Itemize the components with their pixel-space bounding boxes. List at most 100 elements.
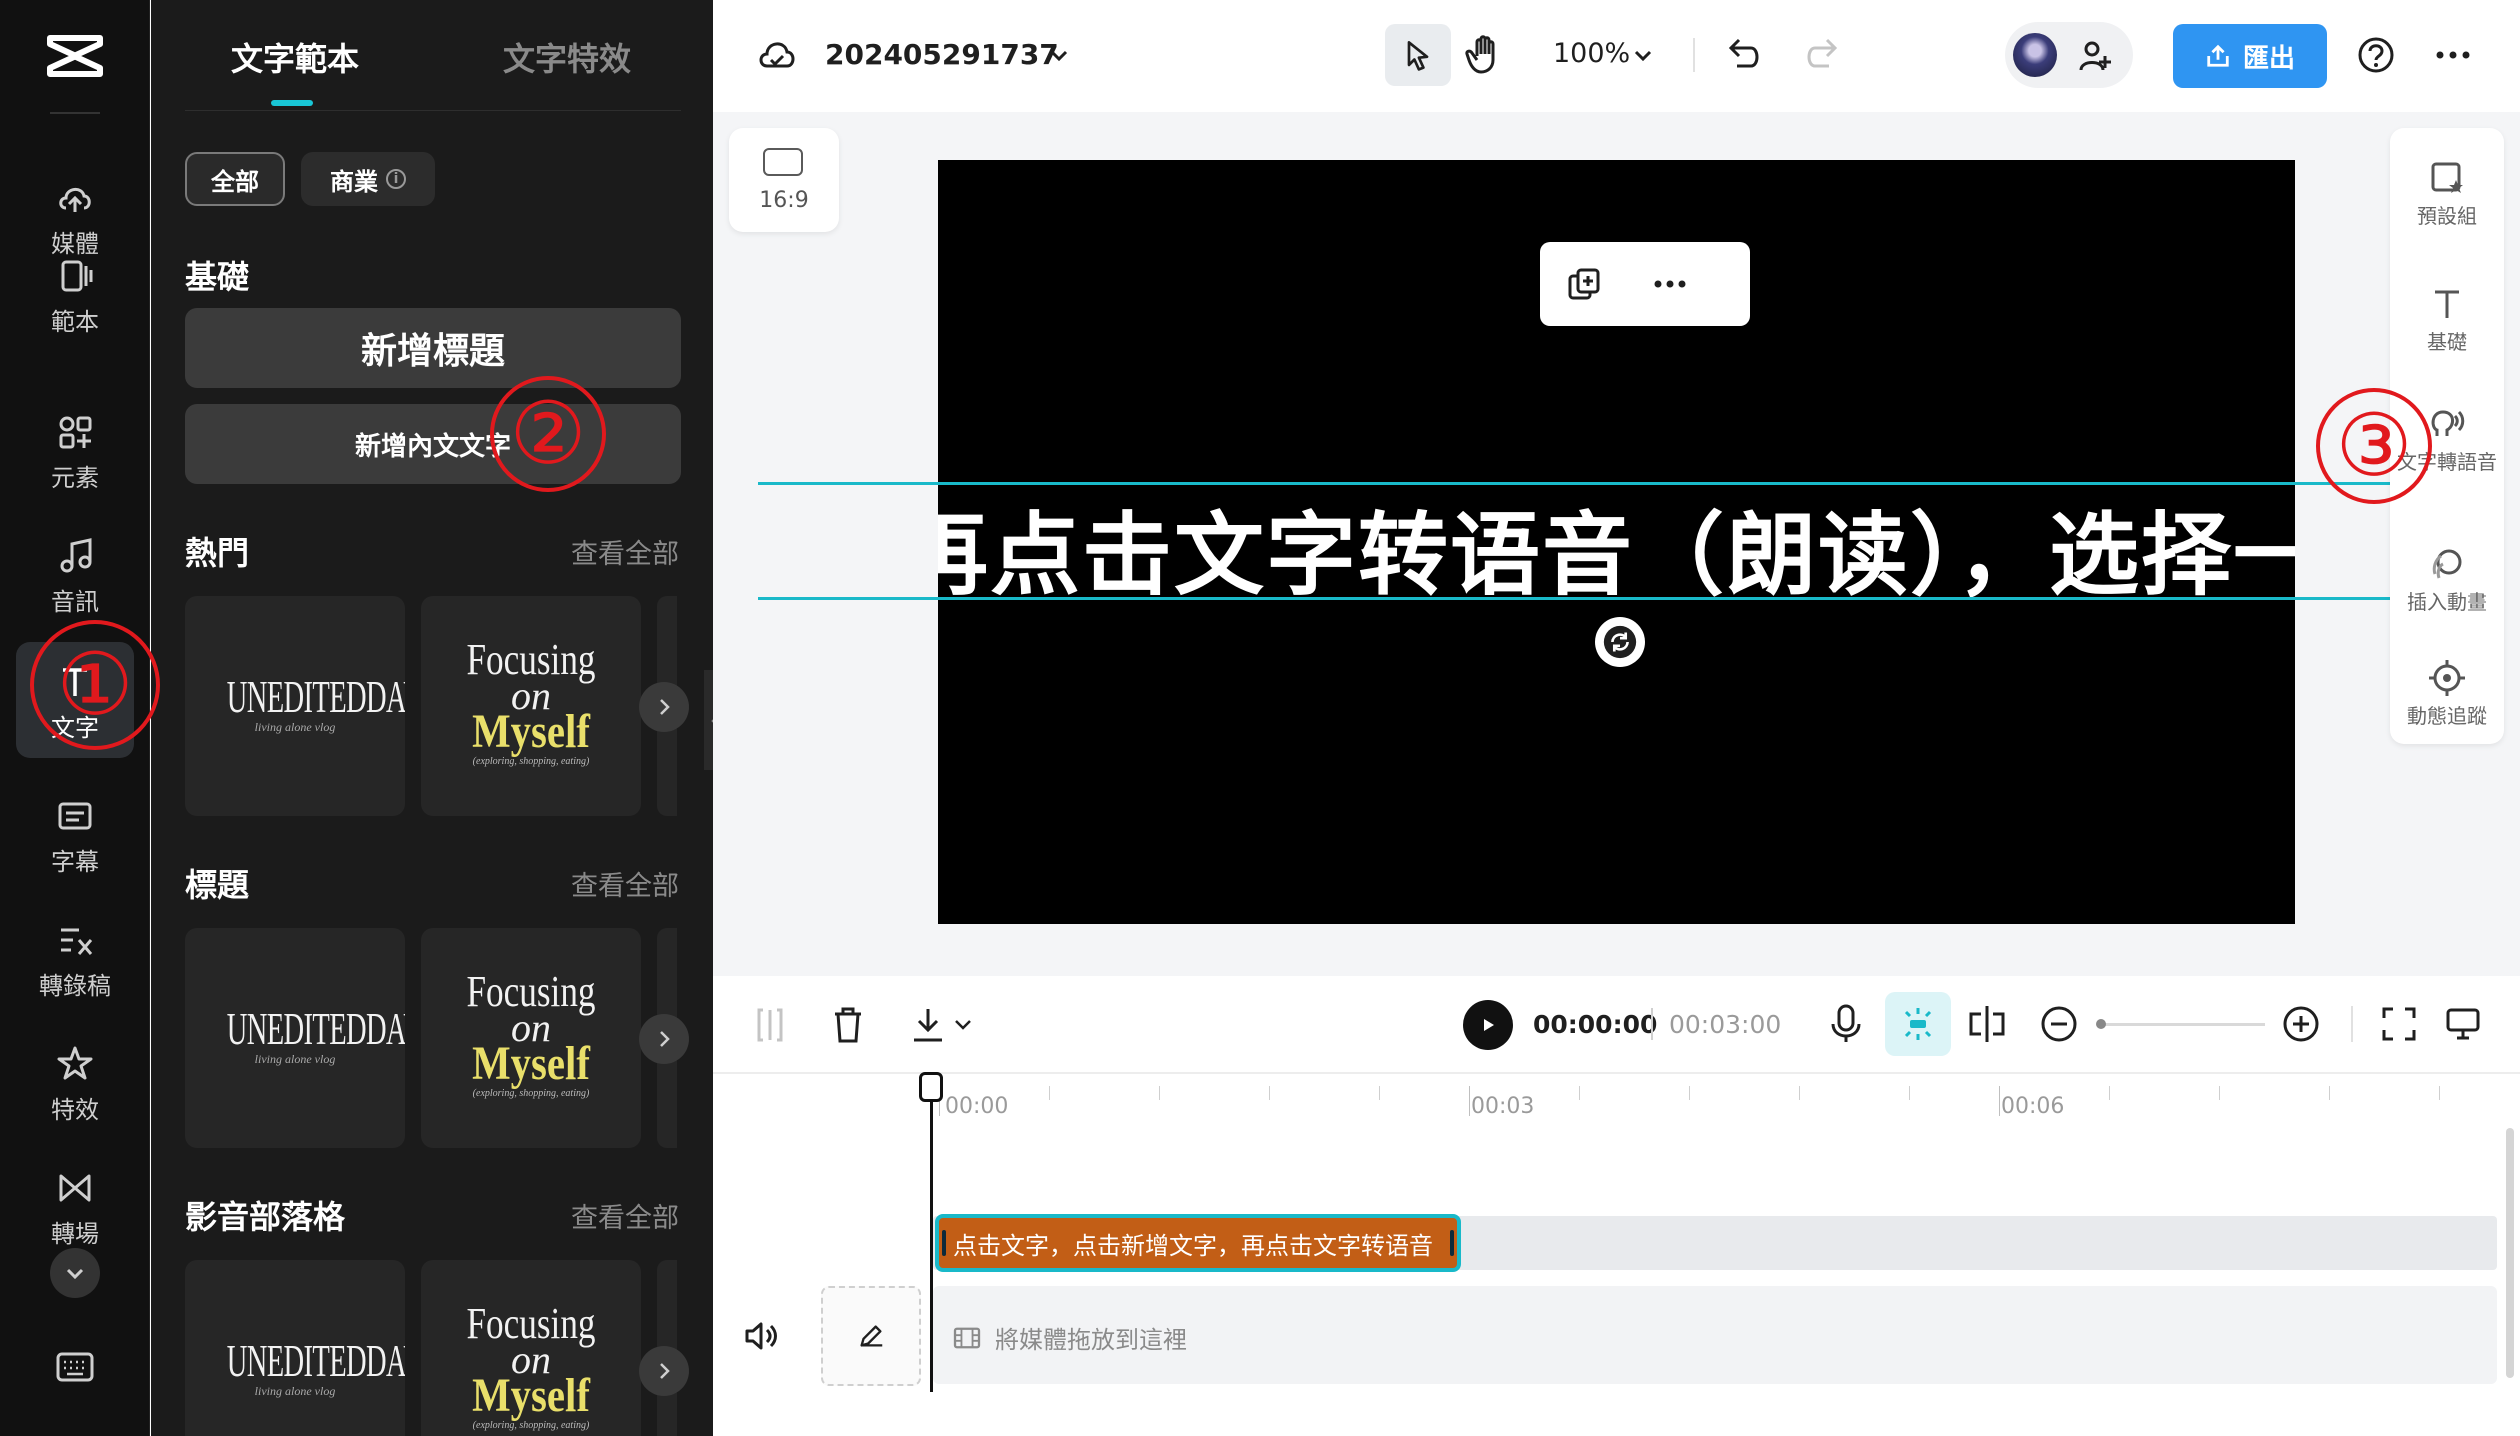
sidebar-item-subtitles[interactable]: 字幕 bbox=[16, 776, 134, 892]
current-time: 00:00:00 bbox=[1533, 1010, 1658, 1039]
filter-chip-all[interactable]: 全部 bbox=[185, 152, 285, 206]
sidebar-item-templates[interactable]: 範本 bbox=[16, 236, 134, 352]
timeline-zoom-knob[interactable] bbox=[2096, 1019, 2106, 1029]
volume-icon[interactable] bbox=[743, 1320, 779, 1352]
redo-icon[interactable] bbox=[1803, 36, 1843, 72]
delete-icon[interactable] bbox=[831, 1006, 865, 1044]
ruler-tick bbox=[1579, 1086, 1580, 1100]
scroll-next-button[interactable] bbox=[639, 1346, 689, 1396]
text-to-speech-icon bbox=[2431, 410, 2465, 436]
download-icon[interactable] bbox=[911, 1006, 945, 1044]
scroll-next-button[interactable] bbox=[639, 682, 689, 732]
panel-divider bbox=[185, 110, 681, 111]
text-clip[interactable]: 点击文字，点击新增文字，再点击文字转语音 bbox=[935, 1214, 1461, 1272]
add-title-button[interactable]: 新增標題 bbox=[185, 308, 681, 388]
add-body-text-button[interactable]: 新增內文文字 bbox=[185, 404, 681, 484]
chevron-down-icon[interactable] bbox=[1047, 44, 1071, 68]
see-all-link[interactable]: 查看全部 bbox=[571, 864, 679, 903]
more-options-icon[interactable] bbox=[1650, 274, 1690, 294]
auto-snap-button[interactable] bbox=[1885, 992, 1951, 1056]
cover-edit-button[interactable] bbox=[821, 1286, 921, 1386]
text-selection-bottom-edge bbox=[758, 597, 2418, 600]
template-title-text: UNEDITEDDAY bbox=[226, 671, 405, 722]
undo-icon[interactable] bbox=[1723, 36, 1763, 72]
media-drop-hint: 將媒體拖放到這裡 bbox=[953, 1320, 1187, 1355]
see-all-link[interactable]: 查看全部 bbox=[571, 532, 679, 571]
sidebar-item-audio[interactable]: 音訊 bbox=[16, 516, 134, 632]
zoom-out-icon[interactable] bbox=[2039, 1004, 2079, 1044]
right-tool-label: 插入動畫 bbox=[2407, 590, 2487, 614]
chevron-down-icon[interactable] bbox=[1631, 44, 1655, 68]
sidebar-item-label: 特效 bbox=[51, 1096, 99, 1124]
sidebar-item-effects[interactable]: 特效 bbox=[16, 1024, 134, 1140]
sidebar-item-transitions[interactable]: 轉場 bbox=[16, 1148, 134, 1264]
see-all-link[interactable]: 查看全部 bbox=[571, 1196, 679, 1235]
ruler-tick bbox=[2219, 1086, 2220, 1100]
timeline-zoom-slider[interactable] bbox=[2097, 1023, 2265, 1026]
info-icon[interactable]: i bbox=[386, 169, 406, 189]
right-tool-presets[interactable]: 預設組 bbox=[2390, 158, 2504, 228]
filter-chip-business[interactable]: 商業 i bbox=[301, 152, 435, 206]
tab-text-templates[interactable]: 文字範本 bbox=[231, 34, 359, 80]
hand-tool-icon[interactable] bbox=[1465, 34, 1505, 76]
capcut-logo-icon[interactable] bbox=[44, 30, 106, 82]
ruler-tick bbox=[2109, 1086, 2110, 1100]
template-card[interactable]: UNEDITEDDAY living alone vlog bbox=[185, 928, 405, 1148]
template-line: (exploring, shopping, eating) bbox=[472, 1420, 590, 1431]
ruler-label: 00:06 bbox=[2001, 1094, 2065, 1119]
add-user-icon[interactable] bbox=[2077, 38, 2113, 74]
playhead[interactable] bbox=[930, 1074, 933, 1392]
template-card[interactable]: Focusing on Myself (exploring, shopping,… bbox=[421, 928, 641, 1148]
playhead-handle[interactable] bbox=[919, 1072, 943, 1102]
clip-trim-handle-left[interactable] bbox=[942, 1230, 946, 1256]
fit-timeline-icon[interactable] bbox=[2381, 1006, 2417, 1042]
cloud-sync-icon[interactable] bbox=[757, 36, 797, 72]
split-bracket-icon[interactable] bbox=[755, 1008, 785, 1042]
split-clip-icon[interactable] bbox=[1967, 1004, 2007, 1044]
right-tool-basic[interactable]: 基礎 bbox=[2390, 284, 2504, 354]
caption-text[interactable]: 再点击文字转语音（朗读），选择一 bbox=[938, 482, 2295, 612]
microphone-icon[interactable] bbox=[1829, 1004, 1863, 1044]
floating-toolbar bbox=[1540, 242, 1750, 326]
elements-icon bbox=[59, 416, 92, 449]
select-tool-button[interactable] bbox=[1385, 24, 1451, 86]
template-card[interactable]: Focusing on Myself (exploring, shopping,… bbox=[421, 1260, 641, 1436]
right-tool-label: 動態追蹤 bbox=[2407, 704, 2487, 728]
timeline-vertical-scrollbar[interactable] bbox=[2506, 1128, 2514, 1378]
keyboard-icon[interactable] bbox=[56, 1352, 94, 1382]
ruler-tick bbox=[2439, 1086, 2440, 1100]
sidebar-item-label: 範本 bbox=[51, 308, 99, 336]
zoom-in-icon[interactable] bbox=[2281, 1004, 2321, 1044]
ruler-tick bbox=[1379, 1086, 1380, 1100]
ruler-tick bbox=[1999, 1086, 2000, 1116]
tab-text-effects[interactable]: 文字特效 bbox=[503, 34, 631, 80]
play-button[interactable] bbox=[1463, 1000, 1513, 1050]
section-title-hot: 熱門 bbox=[185, 534, 250, 572]
chevron-down-icon[interactable] bbox=[953, 1018, 973, 1032]
template-card[interactable]: UNEDITEDDAY living alone vlog bbox=[185, 1260, 405, 1436]
template-card[interactable]: Focusing on Myself (exploring, shopping,… bbox=[421, 596, 641, 816]
help-icon[interactable] bbox=[2357, 36, 2395, 74]
sidebar-item-elements[interactable]: 元素 bbox=[16, 392, 134, 508]
right-tool-motion-tracking[interactable]: 動態追蹤 bbox=[2390, 658, 2504, 728]
timeline-divider bbox=[713, 1072, 2520, 1074]
more-options-icon[interactable] bbox=[2435, 46, 2471, 64]
right-tool-animation[interactable]: 插入動畫 bbox=[2390, 544, 2504, 614]
preview-screen-icon[interactable] bbox=[2445, 1006, 2481, 1042]
duplicate-icon[interactable] bbox=[1564, 264, 1604, 304]
export-label: 匯出 bbox=[2242, 43, 2295, 74]
avatar[interactable] bbox=[2013, 33, 2057, 77]
zoom-level[interactable]: 100% bbox=[1553, 38, 1630, 69]
drop-hint-text: 將媒體拖放到這裡 bbox=[995, 1326, 1187, 1354]
rotate-icon bbox=[1603, 625, 1637, 659]
rotate-handle[interactable] bbox=[1595, 617, 1645, 667]
project-name[interactable]: 202405291737 bbox=[825, 38, 1059, 71]
clip-trim-handle-right[interactable] bbox=[1450, 1230, 1454, 1256]
collaborators[interactable] bbox=[2005, 22, 2133, 88]
template-card[interactable]: UNEDITEDDAY living alone vlog bbox=[185, 596, 405, 816]
sidebar-item-transcript[interactable]: 轉錄稿 bbox=[16, 900, 134, 1016]
rail-more-button[interactable] bbox=[50, 1248, 100, 1298]
aspect-ratio-button[interactable]: 16:9 bbox=[729, 128, 839, 232]
export-button[interactable]: 匯出 bbox=[2173, 24, 2327, 88]
scroll-next-button[interactable] bbox=[639, 1014, 689, 1064]
